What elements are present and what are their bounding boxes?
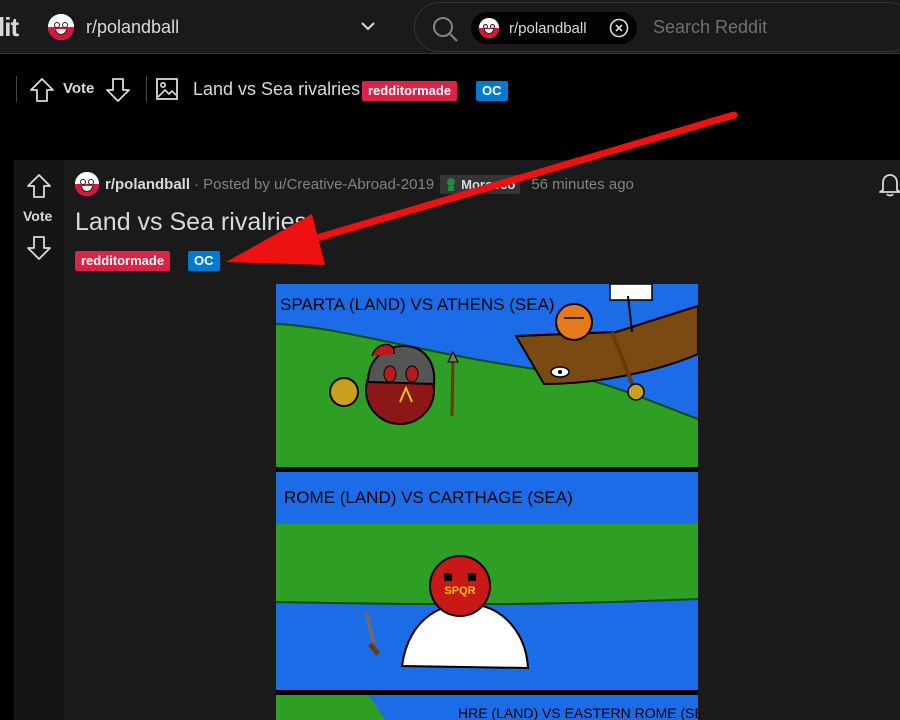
sticky-post-bar: Vote Land vs Sea rivalries redditormade … (0, 62, 900, 116)
polandball-avatar-icon[interactable] (75, 172, 99, 196)
post-image[interactable]: SPARTA (LAND) VS ATHENS (SEA) SPQR ROME … (276, 284, 698, 720)
vote-count: Vote (23, 208, 53, 224)
comic-caption: ROME (LAND) VS CARTHAGE (SEA) (284, 488, 573, 507)
post-meta: r/polandball · Posted by u/Creative-Abro… (75, 172, 634, 196)
community-selector[interactable]: r/polandball (48, 8, 388, 46)
polandball-avatar-icon (479, 18, 499, 38)
downvote-icon[interactable] (104, 76, 132, 104)
post-title[interactable]: Land vs Sea rivalries (75, 208, 307, 237)
divider (146, 76, 147, 102)
flair-badge[interactable]: OC (188, 251, 220, 271)
divider (16, 76, 17, 102)
comic-caption: HRE (LAND) VS EASTERN ROME (SEA) (458, 705, 698, 720)
sticky-post-title[interactable]: Land vs Sea rivalries (193, 79, 360, 100)
spqr-text: SPQR (444, 585, 475, 597)
reddit-logo[interactable]: lit (0, 12, 19, 43)
top-header: lit r/polandball r/polandball Search Red… (0, 0, 900, 54)
search-input[interactable]: Search Reddit (653, 17, 767, 38)
user-flair-label: Morocco (461, 176, 516, 192)
comic-caption: SPARTA (LAND) VS ATHENS (SEA) (280, 295, 555, 314)
search-bar[interactable]: r/polandball Search Reddit (414, 2, 900, 52)
image-post-icon (156, 78, 178, 100)
post-author[interactable]: · Posted by u/Creative-Abroad-2019 (194, 176, 434, 193)
morocco-flag-icon (445, 177, 458, 191)
flair-badge[interactable]: redditormade (362, 81, 458, 101)
reddit-page: lit r/polandball r/polandball Search Red… (0, 0, 900, 720)
vote-count: Vote (63, 80, 95, 97)
upvote-icon[interactable] (25, 172, 53, 200)
upvote-icon[interactable] (28, 76, 56, 104)
chevron-down-icon (361, 22, 375, 31)
bell-icon[interactable] (876, 170, 900, 198)
close-icon[interactable] (609, 18, 629, 38)
search-scope-chip[interactable]: r/polandball (471, 12, 637, 44)
vote-column: Vote (14, 160, 64, 720)
downvote-icon[interactable] (25, 234, 53, 262)
user-flair: Morocco (440, 174, 521, 194)
polandball-avatar-icon (48, 14, 74, 40)
search-scope-label: r/polandball (509, 19, 587, 37)
flair-badge[interactable]: OC (476, 81, 508, 101)
flair-badge[interactable]: redditormade (75, 251, 171, 271)
post-subreddit-link[interactable]: r/polandball (105, 176, 190, 193)
search-icon (433, 17, 458, 42)
post-timestamp[interactable]: 56 minutes ago (531, 176, 634, 193)
community-selector-label: r/polandball (86, 16, 180, 37)
